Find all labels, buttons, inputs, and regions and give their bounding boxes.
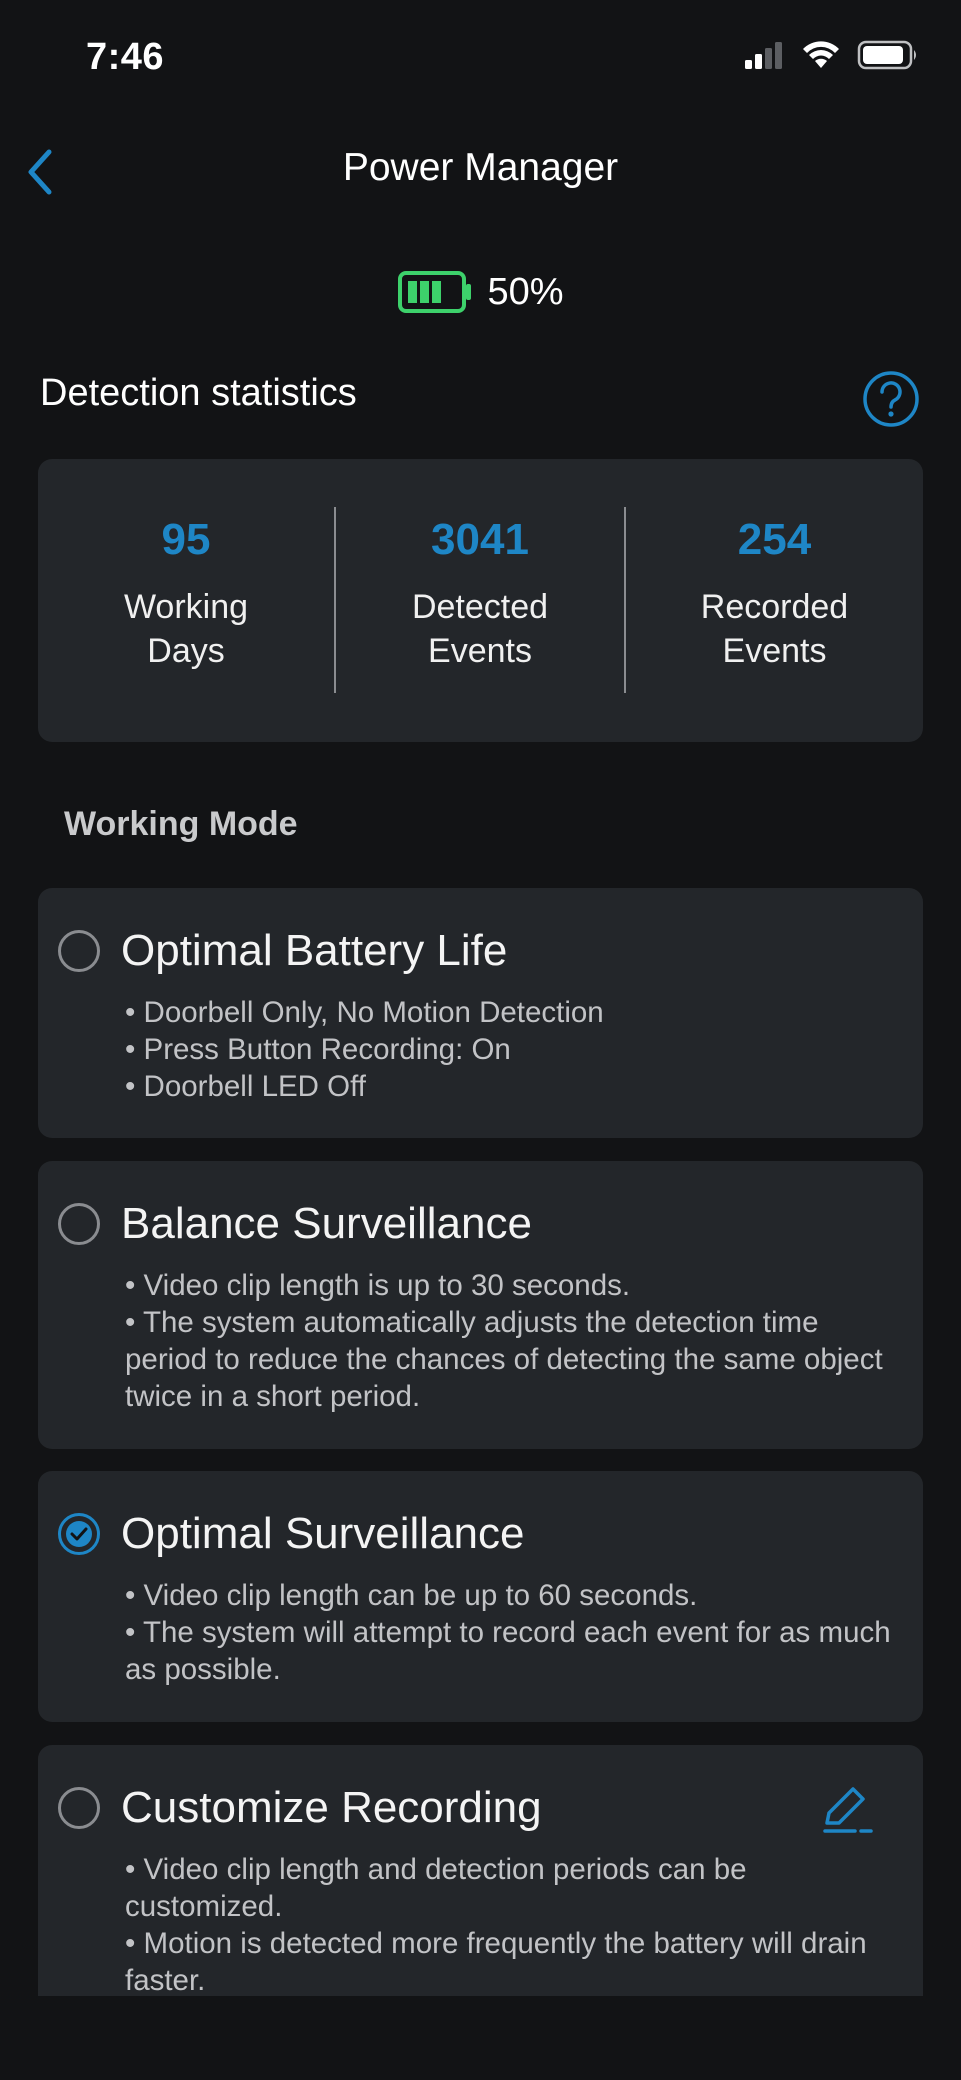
mode-description-line: • Doorbell Only, No Motion Detection: [125, 996, 604, 1029]
mode-description-line: • Motion is detected more frequently the…: [125, 1927, 867, 1996]
stat-value: 254: [737, 515, 812, 564]
stat-label-line: Events: [428, 632, 532, 670]
help-button[interactable]: [862, 370, 920, 428]
mode-description: • Video clip length and detection period…: [125, 1851, 883, 1996]
detection-stats-card: 95 Working Days 3041 Detected Events 254…: [38, 459, 923, 742]
edit-pencil-icon: [823, 1787, 873, 1833]
mode-title: Balance Surveillance: [121, 1199, 532, 1248]
mode-card-optimal-battery-life[interactable]: Optimal Battery Life • Doorbell Only, No…: [38, 888, 923, 1138]
edit-button[interactable]: [819, 1779, 875, 1835]
mode-description: • Video clip length is up to 30 seconds.…: [125, 1267, 901, 1415]
battery-percent: 50%: [487, 270, 564, 313]
mode-description: • Video clip length can be up to 60 seco…: [125, 1577, 895, 1688]
mode-card-balance-surveillance[interactable]: Balance Surveillance • Video clip length…: [38, 1161, 923, 1449]
stat-value: 3041: [431, 515, 529, 564]
stat-label-line: Events: [722, 632, 827, 670]
status-time: 7:46: [86, 36, 165, 78]
mode-description-line: • Press Button Recording: On: [125, 1033, 511, 1066]
stat-label-line: Working: [123, 588, 249, 626]
mode-title: Optimal Battery Life: [121, 926, 508, 975]
mode-title: Optimal Surveillance: [121, 1509, 525, 1558]
stat-detected-events: 3041 Detected Events: [336, 459, 624, 742]
stat-working-days: 95 Working Days: [38, 459, 334, 742]
mode-description-line: • The system automatically adjusts the d…: [125, 1306, 883, 1413]
stat-label-line: Detected: [411, 588, 549, 626]
help-icon: [863, 371, 919, 427]
detection-statistics-title: Detection statistics: [40, 372, 357, 414]
device-battery-icon: [857, 40, 916, 70]
mode-title: Customize Recording: [121, 1783, 542, 1832]
mode-description-line: • The system will attempt to record each…: [125, 1616, 891, 1686]
mode-card-optimal-surveillance[interactable]: Optimal Surveillance • Video clip length…: [38, 1471, 923, 1722]
battery-icon: [398, 271, 472, 313]
mode-description-line: • Video clip length is up to 30 seconds.: [125, 1269, 631, 1302]
stat-label: Detected Events: [412, 585, 548, 673]
stat-value: 95: [161, 515, 211, 564]
stat-recorded-events: 254 Recorded Events: [626, 459, 923, 742]
stat-label-line: Recorded: [700, 588, 849, 626]
mode-description-line: • Doorbell LED Off: [125, 1070, 366, 1103]
mode-description: • Doorbell Only, No Motion Detection • P…: [125, 994, 895, 1105]
status-icons: [743, 40, 919, 70]
mode-card-customize-recording[interactable]: Customize Recording • Video clip length …: [38, 1745, 923, 1996]
cellular-signal-icon: [745, 42, 782, 69]
radio-button[interactable]: [58, 1787, 100, 1829]
radio-button[interactable]: [58, 930, 100, 972]
working-mode-label: Working Mode: [64, 805, 298, 843]
mode-description-line: • Video clip length and detection period…: [125, 1853, 747, 1923]
checkmark-icon: [66, 1521, 92, 1547]
battery-status: 50%: [0, 270, 961, 314]
stat-label: Working Days: [124, 585, 248, 673]
page-title: Power Manager: [342, 146, 619, 189]
stat-label: Recorded Events: [701, 585, 848, 673]
wifi-icon: [803, 41, 839, 68]
mode-description-line: • Video clip length can be up to 60 seco…: [125, 1579, 698, 1612]
radio-button[interactable]: [58, 1203, 100, 1245]
radio-button-selected[interactable]: [58, 1513, 100, 1555]
stat-label-line: Days: [147, 632, 225, 670]
